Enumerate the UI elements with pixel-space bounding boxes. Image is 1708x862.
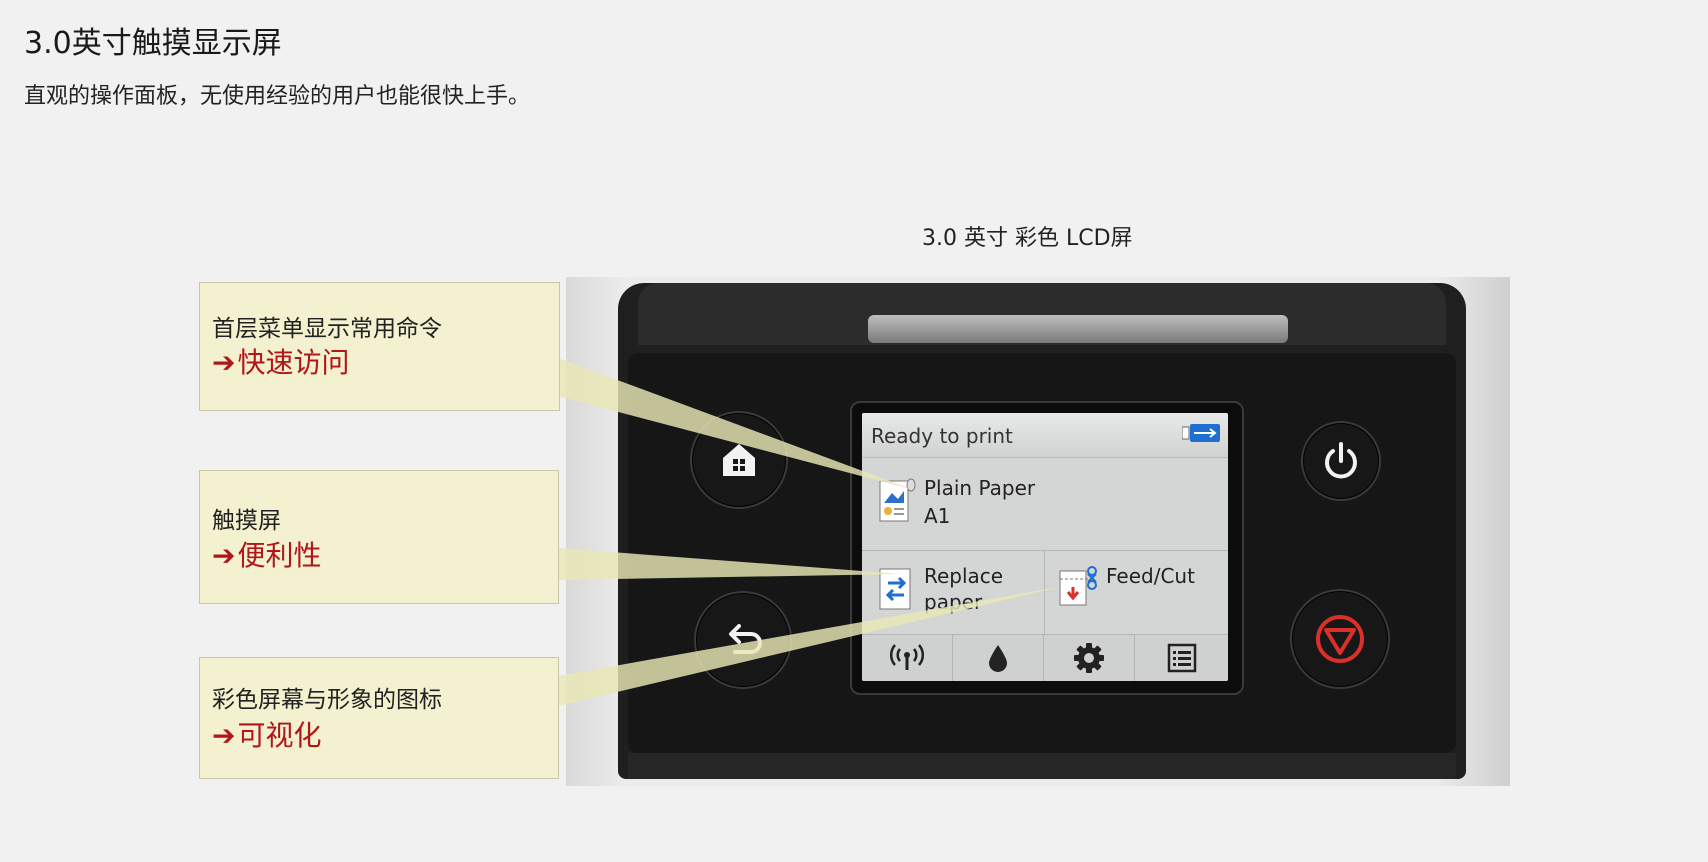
callout-benefit-text: 便利性 [237, 539, 322, 572]
arrow-right-icon: ➔ [212, 719, 236, 752]
callout-label: 触摸屏 [212, 508, 281, 534]
callout-benefit: ➔快速访问 [212, 341, 349, 381]
arrow-right-icon: ➔ [212, 346, 236, 379]
callout-visual: 彩色屏幕与形象的图标 ➔可视化 [199, 657, 559, 779]
callout-label: 首层菜单显示常用命令 [212, 316, 442, 342]
callout-benefit-text: 快速访问 [237, 346, 350, 379]
callout-quick-access: 首层菜单显示常用命令 ➔快速访问 [199, 282, 560, 411]
callout-benefit: ➔可视化 [212, 714, 321, 754]
callout-benefit: ➔便利性 [212, 534, 321, 574]
callout-touchscreen: 触摸屏 ➔便利性 [199, 470, 559, 604]
arrow-right-icon: ➔ [212, 539, 236, 572]
callout-benefit-text: 可视化 [237, 719, 322, 752]
beam-quick-access [558, 358, 914, 490]
beam-touchscreen [558, 548, 902, 580]
beam-visual [558, 586, 1064, 706]
callout-label: 彩色屏幕与形象的图标 [212, 687, 442, 713]
